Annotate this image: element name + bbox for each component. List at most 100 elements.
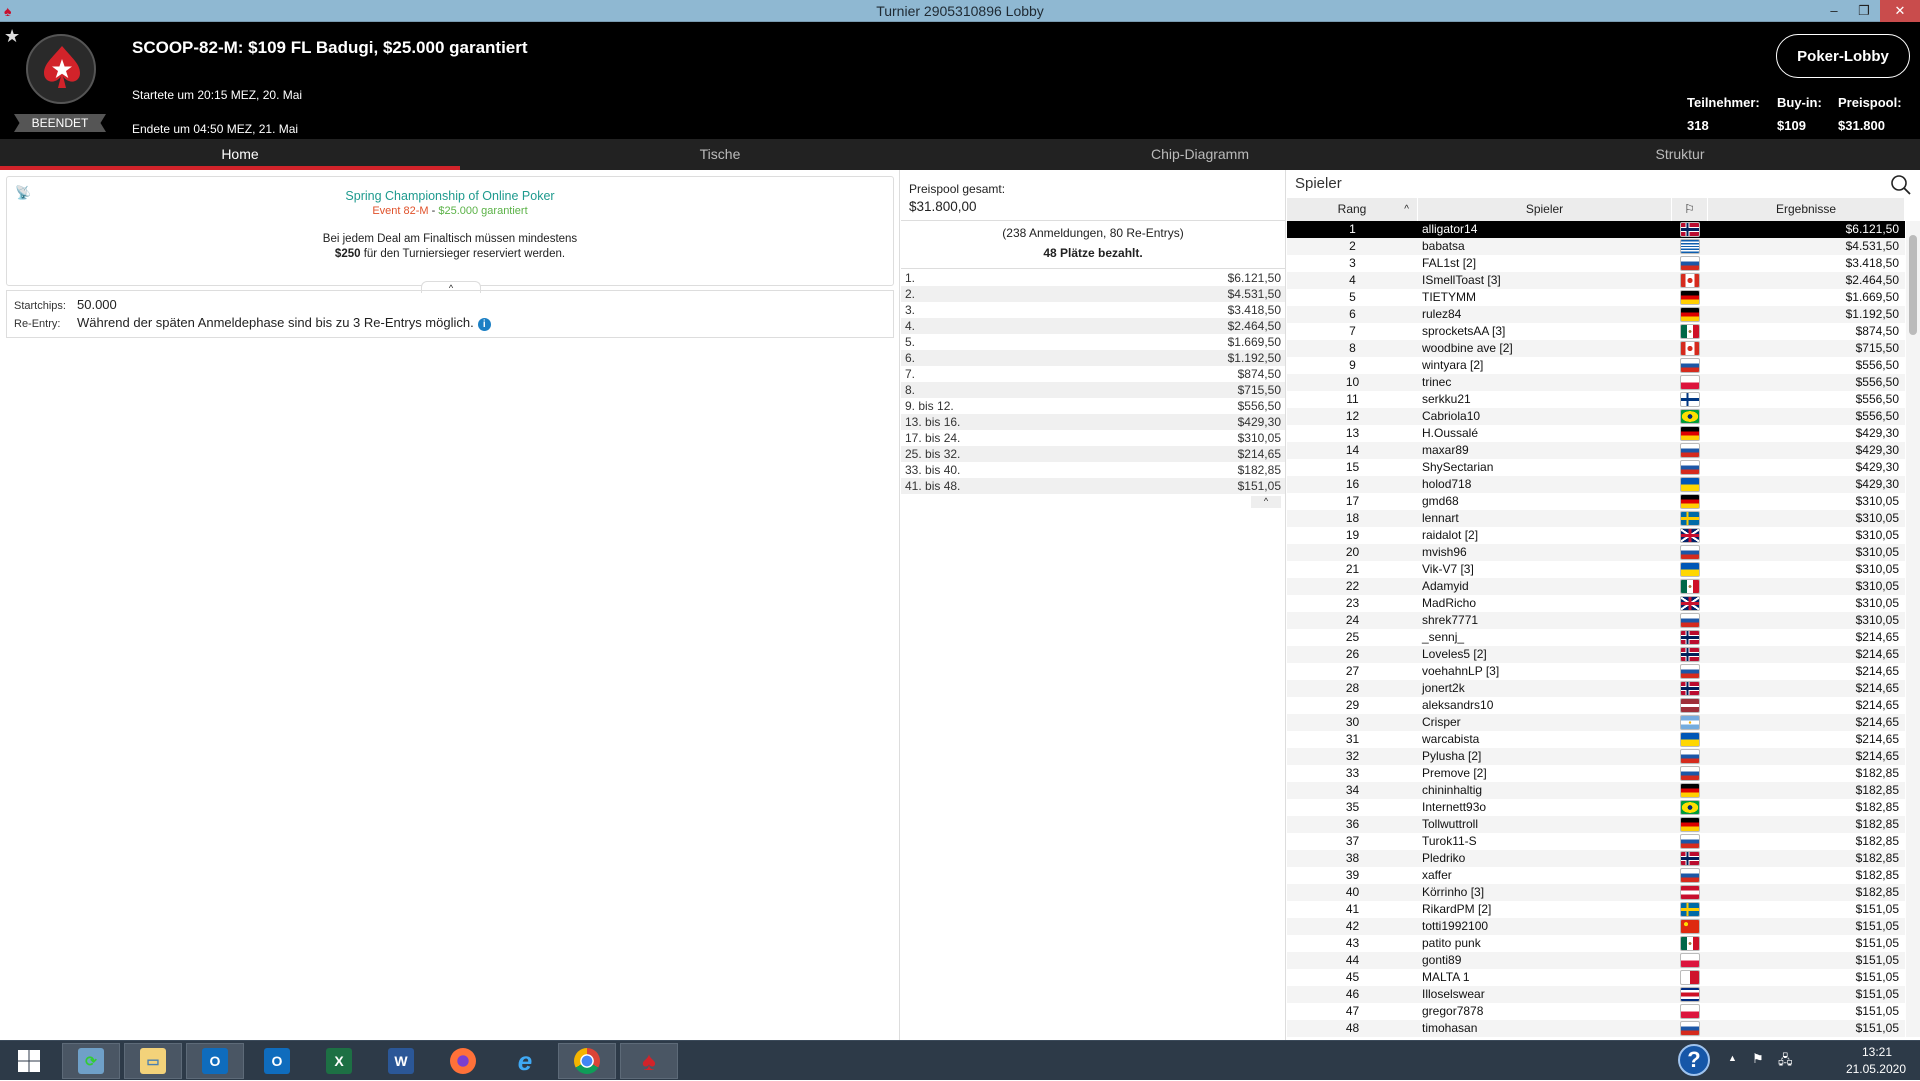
player-row[interactable]: 35 Internett93o $182,85 xyxy=(1287,799,1905,816)
player-row[interactable]: 39 xaffer $182,85 xyxy=(1287,867,1905,884)
taskbar-excel-button[interactable]: X xyxy=(310,1043,368,1079)
player-row[interactable]: 16 holod718 $429,30 xyxy=(1287,476,1905,493)
taskbar-chrome-button[interactable] xyxy=(558,1043,616,1079)
player-rank: 36 xyxy=(1345,817,1360,831)
player-row[interactable]: 41 RikardPM [2] $151,05 xyxy=(1287,901,1905,918)
flag-pl-icon xyxy=(1680,953,1700,968)
player-name: gonti89 xyxy=(1422,953,1462,967)
player-row[interactable]: 40 Körrinho [3] $182,85 xyxy=(1287,884,1905,901)
player-result: $310,05 xyxy=(1855,562,1899,576)
player-row[interactable]: 14 maxar89 $429,30 xyxy=(1287,442,1905,459)
entries-count: (238 Anmeldungen, 80 Re-Entrys) xyxy=(1002,226,1184,240)
player-row[interactable]: 25 _sennj_ $214,65 xyxy=(1287,629,1905,646)
player-row[interactable]: 43 patito punk $151,05 xyxy=(1287,935,1905,952)
player-row[interactable]: 48 timohasan $151,05 xyxy=(1287,1020,1905,1037)
stat-label: Teilnehmer: xyxy=(1687,95,1760,110)
tab-tables[interactable]: Tische xyxy=(480,139,960,170)
flag-de-icon xyxy=(1680,817,1700,832)
taskbar-firefox-button[interactable] xyxy=(434,1043,492,1079)
clock-date[interactable]: 21.05.2020 xyxy=(1846,1062,1906,1076)
player-row[interactable]: 36 Tollwuttroll $182,85 xyxy=(1287,816,1905,833)
player-row[interactable]: 38 Pledriko $182,85 xyxy=(1287,850,1905,867)
player-row[interactable]: 33 Premove [2] $182,85 xyxy=(1287,765,1905,782)
country-flag-cell xyxy=(1672,408,1708,425)
player-row[interactable]: 7 sprocketsAA [3] $874,50 xyxy=(1287,323,1905,340)
collapse-payouts-button[interactable]: ^ xyxy=(1251,496,1281,508)
show-hidden-icons-icon[interactable]: ▲ xyxy=(1728,1053,1737,1063)
taskbar-pokerstars-button[interactable]: ♠ xyxy=(620,1043,678,1079)
player-row[interactable]: 24 shrek7771 $310,05 xyxy=(1287,612,1905,629)
player-row[interactable]: 4 ISmellToast [3] $2.464,50 xyxy=(1287,272,1905,289)
tab-structure[interactable]: Struktur xyxy=(1440,139,1920,170)
info-icon[interactable]: i xyxy=(477,318,491,331)
player-row[interactable]: 28 jonert2k $214,65 xyxy=(1287,680,1905,697)
player-row[interactable]: 3 FAL1st [2] $3.418,50 xyxy=(1287,255,1905,272)
taskbar-ie-button[interactable]: e xyxy=(496,1043,554,1079)
player-row[interactable]: 22 Adamyid $310,05 xyxy=(1287,578,1905,595)
taskbar-outlook2-button[interactable]: O xyxy=(248,1043,306,1079)
pokerstars-logo xyxy=(26,34,96,104)
player-row[interactable]: 10 trinec $556,50 xyxy=(1287,374,1905,391)
player-row[interactable]: 12 Cabriola10 $556,50 xyxy=(1287,408,1905,425)
folder-icon: ▭ xyxy=(140,1048,166,1074)
reentry-row: Re-Entry: Während der späten Anmeldephase… xyxy=(14,315,491,331)
country-flag-cell xyxy=(1672,323,1708,340)
player-row[interactable]: 13 H.Oussalé $429,30 xyxy=(1287,425,1905,442)
close-button[interactable]: ✕ xyxy=(1880,0,1920,22)
player-row[interactable]: 20 mvish96 $310,05 xyxy=(1287,544,1905,561)
player-row[interactable]: 42 totti1992100 $151,05 xyxy=(1287,918,1905,935)
player-row[interactable]: 15 ShySectarian $429,30 xyxy=(1287,459,1905,476)
player-row[interactable]: 30 Crisper $214,65 xyxy=(1287,714,1905,731)
player-row[interactable]: 47 gregor7878 $151,05 xyxy=(1287,1003,1905,1020)
players-scrollbar[interactable] xyxy=(1906,221,1920,1037)
favorite-star-icon[interactable]: ★ xyxy=(4,26,20,47)
status-badge: BEENDET xyxy=(14,114,106,132)
player-row[interactable]: 37 Turok11-S $182,85 xyxy=(1287,833,1905,850)
taskbar-word-button[interactable]: W xyxy=(372,1043,430,1079)
column-player[interactable]: Spieler xyxy=(1418,198,1672,221)
player-rank: 8 xyxy=(1349,341,1356,355)
player-row[interactable]: 29 aleksandrs10 $214,65 xyxy=(1287,697,1905,714)
column-rank[interactable]: Rang ^ xyxy=(1287,198,1418,221)
player-row[interactable]: 45 MALTA 1 $151,05 xyxy=(1287,969,1905,986)
player-result: $182,85 xyxy=(1855,851,1899,865)
help-icon[interactable]: ? xyxy=(1678,1044,1710,1076)
player-row[interactable]: 11 serkku21 $556,50 xyxy=(1287,391,1905,408)
taskbar-explorer-button[interactable]: ▭ xyxy=(124,1043,182,1079)
clock-time[interactable]: 13:21 xyxy=(1862,1045,1892,1059)
taskbar-start-button[interactable] xyxy=(0,1043,58,1079)
tab-chip-chart[interactable]: Chip-Diagramm xyxy=(960,139,1440,170)
player-row[interactable]: 31 warcabista $214,65 xyxy=(1287,731,1905,748)
player-row[interactable]: 8 woodbine ave [2] $715,50 xyxy=(1287,340,1905,357)
player-row[interactable]: 46 Illoselswear $151,05 xyxy=(1287,986,1905,1003)
player-result: $214,65 xyxy=(1855,732,1899,746)
search-icon[interactable] xyxy=(1890,174,1912,196)
network-icon[interactable]: 🖧 xyxy=(1778,1051,1793,1073)
player-row[interactable]: 18 lennart $310,05 xyxy=(1287,510,1905,527)
taskbar-sync-button[interactable]: ⟳ xyxy=(62,1043,120,1079)
scrollbar-thumb[interactable] xyxy=(1909,235,1917,335)
player-row[interactable]: 23 MadRicho $310,05 xyxy=(1287,595,1905,612)
player-row[interactable]: 5 TIETYMM $1.669,50 xyxy=(1287,289,1905,306)
taskbar-outlook-button[interactable]: O xyxy=(186,1043,244,1079)
player-row[interactable]: 21 Vik-V7 [3] $310,05 xyxy=(1287,561,1905,578)
tab-home[interactable]: Home xyxy=(0,139,480,170)
player-row[interactable]: 32 Pylusha [2] $214,65 xyxy=(1287,748,1905,765)
action-center-flag-icon[interactable]: ⚑ xyxy=(1752,1051,1764,1067)
player-row[interactable]: 26 Loveles5 [2] $214,65 xyxy=(1287,646,1905,663)
player-row[interactable]: 6 rulez84 $1.192,50 xyxy=(1287,306,1905,323)
player-row[interactable]: 19 raidalot [2] $310,05 xyxy=(1287,527,1905,544)
player-row[interactable]: 17 gmd68 $310,05 xyxy=(1287,493,1905,510)
player-row[interactable]: 44 gonti89 $151,05 xyxy=(1287,952,1905,969)
player-row[interactable]: 27 voehahnLP [3] $214,65 xyxy=(1287,663,1905,680)
poker-lobby-button[interactable]: Poker-Lobby xyxy=(1776,34,1910,78)
column-country[interactable]: ⚐ xyxy=(1672,198,1708,221)
column-results[interactable]: Ergebnisse xyxy=(1708,198,1905,221)
player-row[interactable]: 9 wintyara [2] $556,50 xyxy=(1287,357,1905,374)
player-row[interactable]: 1 alligator14 $6.121,50 xyxy=(1287,221,1905,238)
player-row[interactable]: 34 chininhaltig $182,85 xyxy=(1287,782,1905,799)
country-flag-cell xyxy=(1672,544,1708,561)
player-row[interactable]: 2 babatsa $4.531,50 xyxy=(1287,238,1905,255)
minimize-button[interactable]: – xyxy=(1820,0,1848,22)
maximize-button[interactable]: ❐ xyxy=(1850,0,1878,22)
